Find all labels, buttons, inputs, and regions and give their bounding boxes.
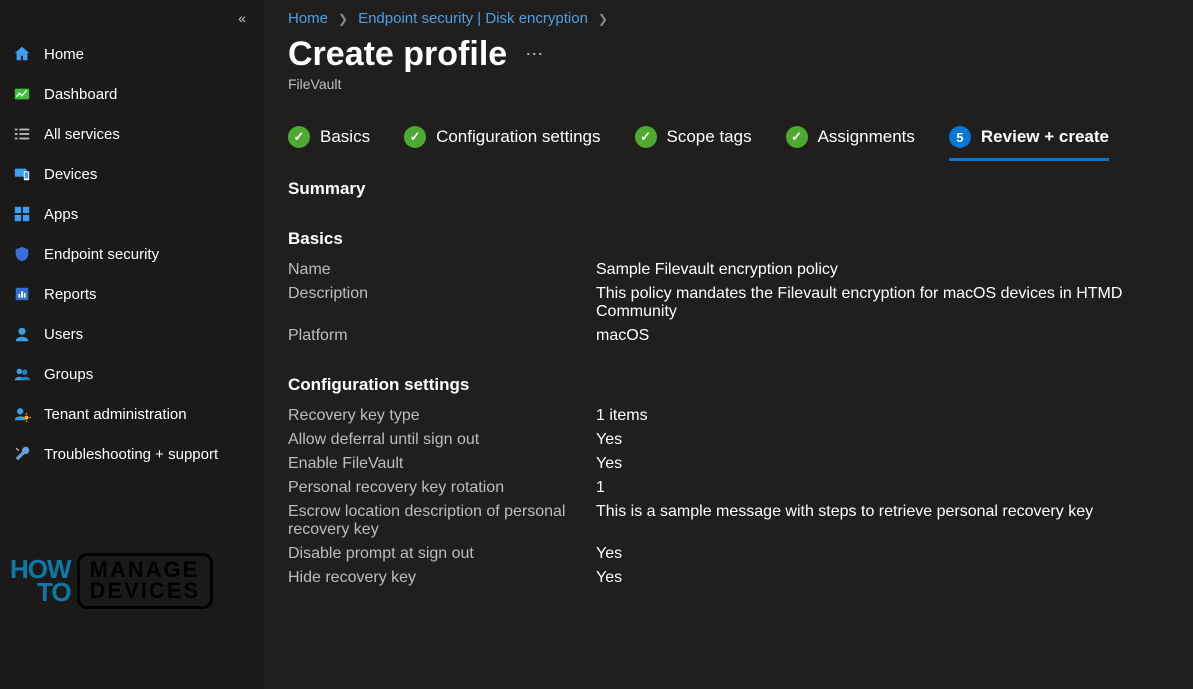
devices-icon [12,164,32,184]
sidebar-item-troubleshooting[interactable]: Troubleshooting + support [0,434,264,474]
kv-key: Personal recovery key rotation [288,479,596,497]
breadcrumb-home[interactable]: Home [288,10,328,27]
page-subtitle: FileVault [288,76,1193,92]
sidebar-item-label: Home [44,46,84,63]
kv-value: Yes [596,431,622,449]
wizard-stepper: ✓ Basics ✓ Configuration settings ✓ Scop… [288,126,1193,161]
kv-key: Disable prompt at sign out [288,545,596,563]
kv-row: Description This policy mandates the Fil… [288,285,1193,321]
sidebar-item-label: Endpoint security [44,246,159,263]
wrench-icon [12,444,32,464]
kv-value: macOS [596,327,649,345]
groups-icon [12,364,32,384]
sidebar-item-label: Reports [44,286,97,303]
sidebar-item-label: Troubleshooting + support [44,446,218,463]
sidebar-item-dashboard[interactable]: Dashboard [0,74,264,114]
kv-row: Name Sample Filevault encryption policy [288,261,1193,279]
sidebar-item-reports[interactable]: Reports [0,274,264,314]
sidebar-item-endpoint-security[interactable]: Endpoint security [0,234,264,274]
breadcrumb: Home ❯ Endpoint security | Disk encrypti… [288,10,1193,27]
tenant-icon [12,404,32,424]
sidebar-item-label: Dashboard [44,86,117,103]
watermark-howto: HOW TO [10,558,71,605]
sidebar-item-devices[interactable]: Devices [0,154,264,194]
check-icon: ✓ [404,126,426,148]
kv-value: Yes [596,569,622,587]
kv-key: Allow deferral until sign out [288,431,596,449]
kv-row: Allow deferral until sign out Yes [288,431,1193,449]
step-configuration-settings[interactable]: ✓ Configuration settings [404,126,600,161]
nav-list: Home Dashboard All services Devices Apps [0,34,264,474]
kv-key: Hide recovery key [288,569,596,587]
kv-value: Yes [596,455,622,473]
kv-key: Escrow location description of personal … [288,503,596,539]
home-icon [12,44,32,64]
kv-row: Enable FileVault Yes [288,455,1193,473]
step-number-badge: 5 [949,126,971,148]
check-icon: ✓ [288,126,310,148]
dashboard-icon [12,84,32,104]
kv-key: Name [288,261,596,279]
user-icon [12,324,32,344]
kv-key: Description [288,285,596,303]
kv-row: Personal recovery key rotation 1 [288,479,1193,497]
sidebar-item-label: Tenant administration [44,406,187,423]
step-label: Scope tags [667,127,752,147]
apps-icon [12,204,32,224]
breadcrumb-endpoint-security[interactable]: Endpoint security | Disk encryption [358,10,588,27]
kv-row: Disable prompt at sign out Yes [288,545,1193,563]
step-review-create[interactable]: 5 Review + create [949,126,1109,161]
step-label: Basics [320,127,370,147]
step-label: Configuration settings [436,127,600,147]
sidebar-item-label: All services [44,126,120,143]
step-scope-tags[interactable]: ✓ Scope tags [635,126,752,161]
kv-value: This is a sample message with steps to r… [596,503,1093,521]
kv-key: Enable FileVault [288,455,596,473]
kv-row: Recovery key type 1 items [288,407,1193,425]
kv-row: Hide recovery key Yes [288,569,1193,587]
sidebar-item-label: Groups [44,366,93,383]
kv-row: Platform macOS [288,327,1193,345]
group-title-basics: Basics [288,229,1193,249]
sidebar-item-all-services[interactable]: All services [0,114,264,154]
shield-icon [12,244,32,264]
main-content: Home ❯ Endpoint security | Disk encrypti… [264,0,1193,689]
more-actions-button[interactable]: ⋯ [525,44,545,65]
step-basics[interactable]: ✓ Basics [288,126,370,161]
sidebar-item-tenant-administration[interactable]: Tenant administration [0,394,264,434]
step-label: Review + create [981,127,1109,147]
list-icon [12,124,32,144]
sidebar-item-users[interactable]: Users [0,314,264,354]
step-assignments[interactable]: ✓ Assignments [786,126,915,161]
sidebar: « Home Dashboard All services Devices [0,0,264,689]
watermark-manage-devices: MANAGE DEVICES [77,553,214,609]
kv-value: Sample Filevault encryption policy [596,261,838,279]
page-title: Create profile [288,35,507,74]
kv-value: 1 [596,479,605,497]
sidebar-item-groups[interactable]: Groups [0,354,264,394]
kv-value: Yes [596,545,622,563]
chevron-double-left-icon: « [238,10,246,26]
chevron-right-icon: ❯ [598,12,608,26]
summary-heading: Summary [288,179,1193,199]
collapse-sidebar-button[interactable]: « [230,6,254,30]
step-label: Assignments [818,127,915,147]
sidebar-item-apps[interactable]: Apps [0,194,264,234]
sidebar-item-label: Devices [44,166,97,183]
check-icon: ✓ [635,126,657,148]
sidebar-item-label: Apps [44,206,78,223]
reports-icon [12,284,32,304]
watermark-logo: HOW TO MANAGE DEVICES [10,553,250,609]
kv-value: 1 items [596,407,648,425]
check-icon: ✓ [786,126,808,148]
kv-key: Platform [288,327,596,345]
sidebar-item-label: Users [44,326,83,343]
sidebar-item-home[interactable]: Home [0,34,264,74]
kv-key: Recovery key type [288,407,596,425]
kv-row: Escrow location description of personal … [288,503,1193,539]
kv-value: This policy mandates the Filevault encry… [596,285,1136,321]
group-title-config: Configuration settings [288,375,1193,395]
chevron-right-icon: ❯ [338,12,348,26]
